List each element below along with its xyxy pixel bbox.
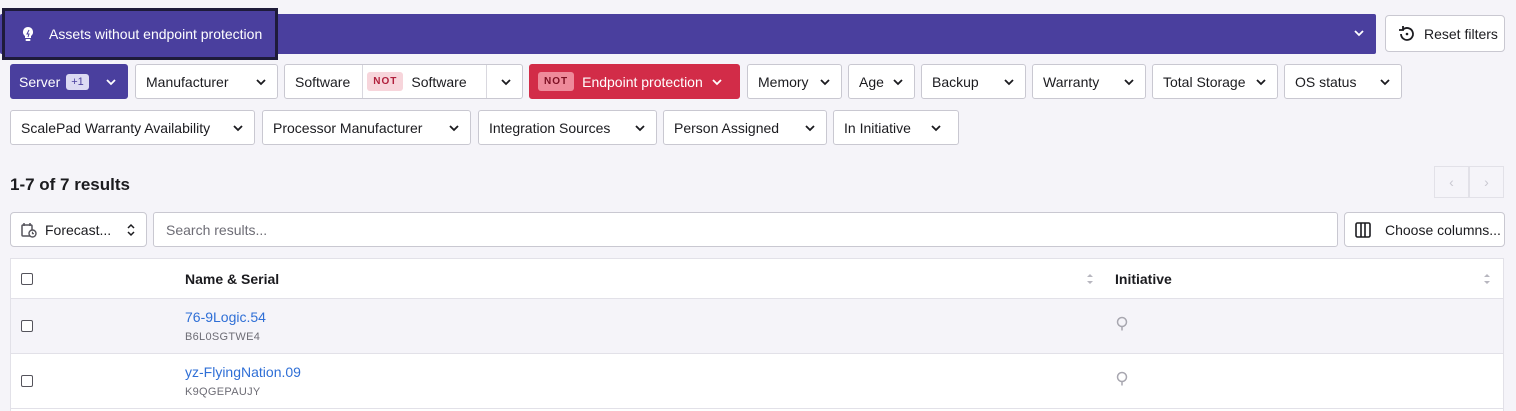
asset-serial: B6L0SGTWE4 (185, 331, 261, 343)
chevron-down-icon (1380, 79, 1390, 86)
row-checkbox[interactable] (21, 320, 33, 332)
chevron-down-icon (931, 125, 941, 132)
chevron-down-icon (106, 79, 116, 86)
pagination: ‹ › (1434, 166, 1504, 198)
chevron-down-icon[interactable] (1352, 26, 1366, 40)
asset-name-link[interactable]: yz-FlyingNation.09 (185, 364, 301, 380)
filter-person-assigned-label: Person Assigned (674, 119, 780, 136)
filter-integration-sources-label: Integration Sources (489, 119, 611, 136)
column-header-initiative[interactable]: Initiative (1115, 271, 1172, 287)
choose-columns-label: Choose columns... (1385, 221, 1501, 238)
chevron-down-icon (820, 79, 830, 86)
chevron-down-icon (893, 79, 903, 86)
chevron-down-icon (256, 79, 266, 86)
table-header: Name & Serial Initiative (11, 259, 1503, 299)
filter-integration-sources[interactable]: Integration Sources (478, 110, 657, 145)
reset-icon (1399, 25, 1414, 41)
filter-total-storage-label: Total Storage (1163, 73, 1246, 90)
not-operator-badge[interactable]: NOT (538, 72, 575, 91)
next-page-button[interactable]: › (1469, 166, 1504, 198)
filter-processor-manufacturer-label: Processor Manufacturer (273, 119, 423, 136)
chevron-down-icon (449, 125, 459, 132)
search-input[interactable] (153, 212, 1338, 247)
filter-software[interactable]: Software NOT Software (284, 64, 523, 99)
sort-icon[interactable] (1086, 272, 1094, 286)
assets-table: Name & Serial Initiative 76-9Logic.54 B6… (10, 258, 1504, 411)
table-row[interactable]: yz-FlyingNation.09 K9QGEPAUJY (11, 354, 1503, 409)
saved-view-label: Assets without endpoint protection (49, 26, 263, 42)
lightbulb-icon (23, 27, 33, 41)
filter-memory-label: Memory (758, 73, 809, 90)
chevron-right-icon: › (1484, 174, 1489, 190)
filter-memory[interactable]: Memory (747, 64, 842, 99)
filter-warranty-label: Warranty (1043, 73, 1100, 90)
filter-age-label: Age (859, 73, 884, 90)
saved-view-title[interactable]: Assets without endpoint protection (2, 8, 278, 60)
filter-server[interactable]: Server +1 (10, 64, 128, 99)
chevron-down-icon (233, 125, 243, 132)
filter-manufacturer[interactable]: Manufacturer (135, 64, 278, 99)
filter-os-status-label: OS status (1295, 73, 1357, 90)
filter-software-value[interactable]: NOT Software (363, 65, 467, 98)
chevron-down-icon (501, 79, 511, 86)
chevron-down-icon (635, 125, 645, 132)
filter-person-assigned[interactable]: Person Assigned (663, 110, 827, 145)
columns-icon (1355, 221, 1371, 238)
select-all-checkbox[interactable] (21, 273, 33, 285)
chevron-down-icon (1004, 79, 1014, 86)
filter-endpoint-label: Endpoint protection (582, 73, 703, 90)
filter-warranty[interactable]: Warranty (1032, 64, 1146, 99)
asset-name-link[interactable]: 76-9Logic.54 (185, 309, 266, 325)
sort-updown-icon (127, 223, 135, 237)
filter-os-status[interactable]: OS status (1284, 64, 1402, 99)
chevron-down-icon (1256, 79, 1266, 86)
filter-total-storage[interactable]: Total Storage (1152, 64, 1278, 99)
filter-scalepad-warranty[interactable]: ScalePad Warranty Availability (10, 110, 255, 145)
saved-view-selector[interactable]: Assets without endpoint protection (0, 8, 1376, 60)
previous-page-button[interactable]: ‹ (1434, 166, 1469, 198)
initiative-lightbulb-icon[interactable] (1116, 371, 1128, 387)
initiative-lightbulb-icon[interactable] (1116, 316, 1128, 332)
filter-software-value-label: Software (411, 73, 467, 90)
filter-scalepad-warranty-label: ScalePad Warranty Availability (21, 119, 211, 136)
chevron-down-icon (805, 125, 815, 132)
row-checkbox[interactable] (21, 375, 33, 387)
chevron-left-icon: ‹ (1449, 174, 1454, 190)
chevron-down-icon (712, 79, 722, 86)
forecast-select[interactable]: Forecast... (10, 212, 147, 247)
filter-count-badge: +1 (66, 73, 89, 90)
filter-in-initiative-label: In Initiative (844, 119, 911, 136)
forecast-icon (21, 222, 37, 238)
column-header-name[interactable]: Name & Serial (185, 271, 279, 287)
filter-server-label: Server (19, 73, 61, 90)
filter-software-field[interactable]: Software (295, 65, 364, 98)
choose-columns-button[interactable]: Choose columns... (1344, 212, 1505, 247)
filter-manufacturer-label: Manufacturer (146, 73, 229, 90)
filter-in-initiative[interactable]: In Initiative (833, 110, 959, 145)
reset-filters-label: Reset filters (1424, 25, 1498, 42)
chevron-down-icon (1124, 79, 1134, 86)
sort-icon[interactable] (1483, 272, 1491, 286)
reset-filters-button[interactable]: Reset filters (1385, 15, 1505, 52)
forecast-label: Forecast... (45, 221, 112, 238)
asset-serial: K9QGEPAUJY (185, 386, 261, 398)
filter-backup[interactable]: Backup (921, 64, 1026, 99)
filter-endpoint-protection[interactable]: NOT Endpoint protection (529, 64, 740, 99)
filter-processor-manufacturer[interactable]: Processor Manufacturer (262, 110, 471, 145)
not-operator-badge[interactable]: NOT (367, 72, 404, 91)
results-count: 1-7 of 7 results (10, 175, 130, 194)
filter-age[interactable]: Age (848, 64, 915, 99)
table-row[interactable]: 76-9Logic.54 B6L0SGTWE4 (11, 299, 1503, 354)
filter-backup-label: Backup (932, 73, 979, 90)
